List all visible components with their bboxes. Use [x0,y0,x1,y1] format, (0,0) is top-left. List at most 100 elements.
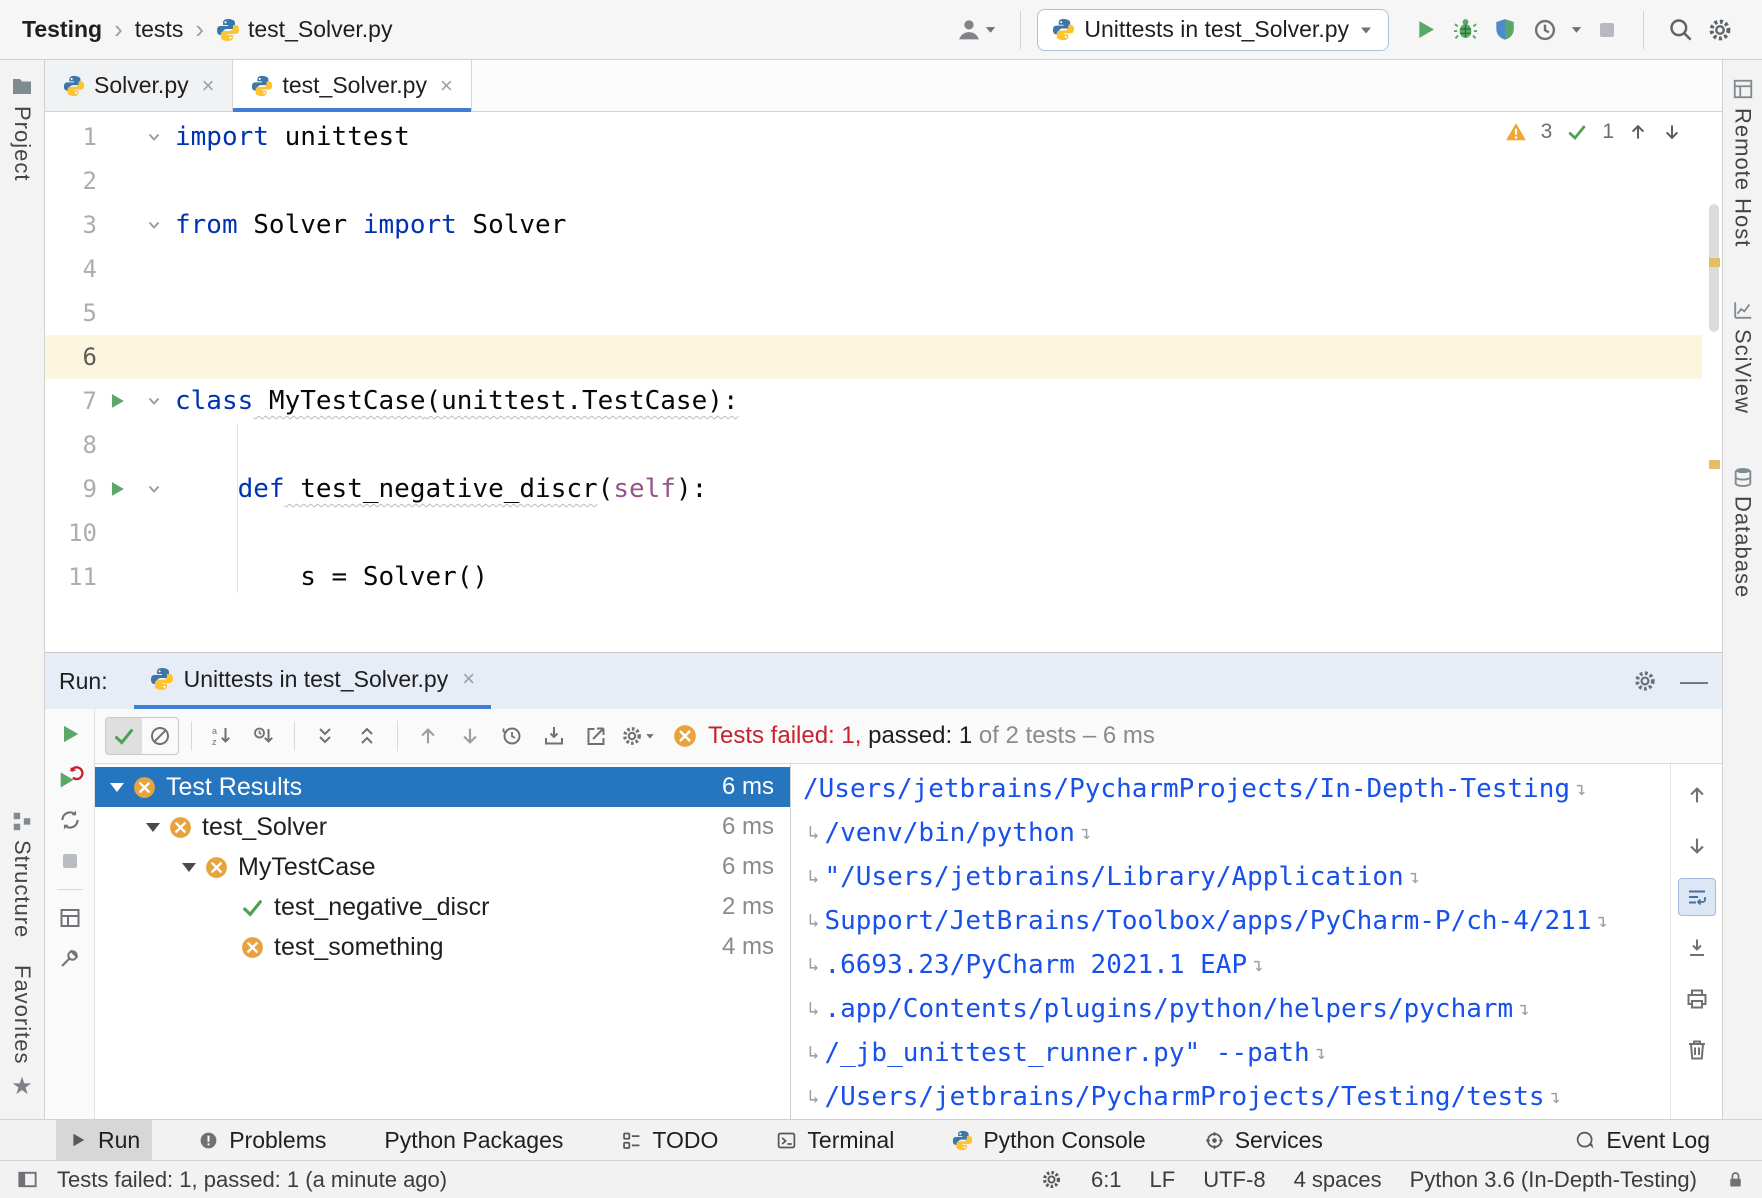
sort-by-duration-button[interactable] [246,718,282,754]
search-everywhere-button[interactable] [1660,10,1700,50]
export-test-results-button[interactable] [578,718,614,754]
code-text[interactable]: s = Solver() [171,555,488,599]
lock-icon[interactable] [1725,1169,1746,1190]
stop-button[interactable] [1587,10,1627,50]
toolbar-button-python-packages[interactable]: Python Packages [372,1120,575,1160]
expand-toggle-icon[interactable] [139,823,167,832]
toolbar-button-run[interactable]: Run [56,1120,152,1160]
caret-position-widget[interactable]: 6:1 [1091,1167,1122,1193]
indent-widget[interactable]: 4 spaces [1294,1167,1382,1193]
close-tab-icon[interactable]: × [440,73,453,99]
scroll-down-button[interactable] [1678,827,1716,865]
test-runner-settings-button[interactable] [620,718,656,754]
editor-scrollbar-thumb[interactable] [1709,204,1719,332]
tree-row-test-results[interactable]: Test Results 6 ms [95,767,790,807]
tool-window-button-remote-host[interactable]: Remote Host [1730,78,1756,247]
pin-tab-button[interactable] [58,946,82,970]
profiler-dropdown-button[interactable] [1565,10,1587,50]
rerun-tests-button[interactable] [57,721,83,747]
toolbar-separator [1020,11,1021,49]
run-button[interactable] [1405,10,1445,50]
tool-window-button-database[interactable]: Database [1730,466,1756,598]
scrollbar-warning-mark[interactable] [1709,460,1720,469]
tool-window-button-sciview[interactable]: SciView [1730,299,1756,414]
fold-marker-icon[interactable] [137,393,171,409]
code-text[interactable]: from Solver import Solver [171,203,566,247]
scrollbar-warning-mark[interactable] [1709,258,1720,267]
next-failed-test-button[interactable] [452,718,488,754]
tree-row-mytestcase[interactable]: MyTestCase 6 ms [95,847,790,887]
restore-layout-button[interactable] [58,906,82,930]
code-text[interactable]: import unittest [171,115,410,159]
user-icon [955,16,983,44]
breadcrumb-project[interactable]: Testing [22,16,102,43]
test-output-console[interactable]: /Users/jetbrains/PycharmProjects/In-Dept… [790,764,1722,1119]
next-problem-icon[interactable] [1662,122,1682,142]
sort-alphabetically-button[interactable]: az [204,718,240,754]
code-text[interactable]: class MyTestCase(unittest.TestCase): [171,379,739,423]
toggle-auto-test-button[interactable] [57,807,83,833]
toolbar-button-problems[interactable]: Problems [186,1120,338,1160]
close-tab-icon[interactable]: × [202,73,215,99]
stop-process-button[interactable] [58,849,82,873]
fold-marker-icon[interactable] [137,481,171,497]
tool-window-button-favorites[interactable]: Favorites ★ [9,965,35,1101]
fold-marker-icon[interactable] [137,217,171,233]
tool-window-layout-icon[interactable] [16,1168,39,1191]
previous-failed-test-button[interactable] [410,718,446,754]
fold-marker-icon[interactable] [137,129,171,145]
run-configuration-select[interactable]: Unittests in test_Solver.py [1037,9,1389,51]
tree-row-test-solver[interactable]: test_Solver 6 ms [95,807,790,847]
print-button[interactable] [1678,980,1716,1018]
breadcrumb-dir[interactable]: tests [135,16,184,43]
editor-tab-test-solver[interactable]: test_Solver.py × [233,60,471,111]
editor-tab-solver[interactable]: Solver.py × [45,60,233,111]
tool-window-button-project[interactable]: Project [9,74,35,181]
toolbar-button-todo[interactable]: TODO [609,1120,730,1160]
encoding-widget[interactable]: UTF-8 [1203,1167,1265,1193]
code-editor[interactable]: 1 import unittest 2 3 from Solver import… [45,112,1722,652]
scroll-to-end-button[interactable] [1678,929,1716,967]
toolbar-button-services[interactable]: Services [1192,1120,1335,1160]
scroll-up-button[interactable] [1678,776,1716,814]
rerun-failed-tests-button[interactable] [56,763,84,791]
debug-button[interactable] [1445,10,1485,50]
soft-wrap-toggle-button[interactable] [1678,878,1716,916]
toolbar-button-event-log[interactable]: Event Log [1563,1120,1722,1160]
show-passed-button[interactable] [106,718,142,754]
user-account-button[interactable] [948,10,1004,50]
close-run-tab-icon[interactable]: × [462,666,475,692]
toolbar-button-terminal[interactable]: Terminal [764,1120,906,1160]
profiler-button[interactable] [1525,10,1565,50]
run-settings-gear-icon[interactable] [1632,668,1658,694]
show-ignored-button[interactable] [142,718,178,754]
run-with-coverage-button[interactable] [1485,10,1525,50]
collapse-all-button[interactable] [349,718,385,754]
tool-window-button-structure[interactable]: Structure [9,810,35,938]
clear-all-button[interactable] [1678,1031,1716,1069]
run-test-gutter-icon[interactable] [97,390,137,412]
line-separator-widget[interactable]: LF [1150,1167,1176,1193]
toolbar-separator [294,721,295,751]
test-history-button[interactable] [494,718,530,754]
expand-all-button[interactable] [307,718,343,754]
breadcrumb-file[interactable]: test_Solver.py [216,16,392,43]
inspection-widget[interactable]: 3 1 [1505,120,1682,144]
expand-toggle-icon[interactable] [103,783,131,792]
settings-button[interactable] [1700,10,1740,50]
python-file-icon [63,75,85,97]
previous-problem-icon[interactable] [1628,122,1648,142]
status-message[interactable]: Tests failed: 1, passed: 1 (a minute ago… [57,1167,447,1193]
expand-toggle-icon[interactable] [175,863,203,872]
tree-row-test-something[interactable]: test_something 4 ms [95,927,790,967]
stop-square-icon [1595,18,1619,42]
hide-panel-icon[interactable]: — [1680,671,1708,691]
interpreter-widget[interactable]: Python 3.6 (In-Depth-Testing) [1410,1167,1697,1193]
code-text[interactable]: def test_negative_discr(self): [171,467,707,511]
run-test-gutter-icon[interactable] [97,478,137,500]
toolbar-button-python-console[interactable]: Python Console [940,1120,1157,1160]
run-tab[interactable]: Unittests in test_Solver.py × [134,653,491,709]
import-test-results-button[interactable] [536,718,572,754]
tree-row-test-negative-discr[interactable]: test_negative_discr 2 ms [95,887,790,927]
background-tasks-icon[interactable] [1040,1168,1063,1191]
